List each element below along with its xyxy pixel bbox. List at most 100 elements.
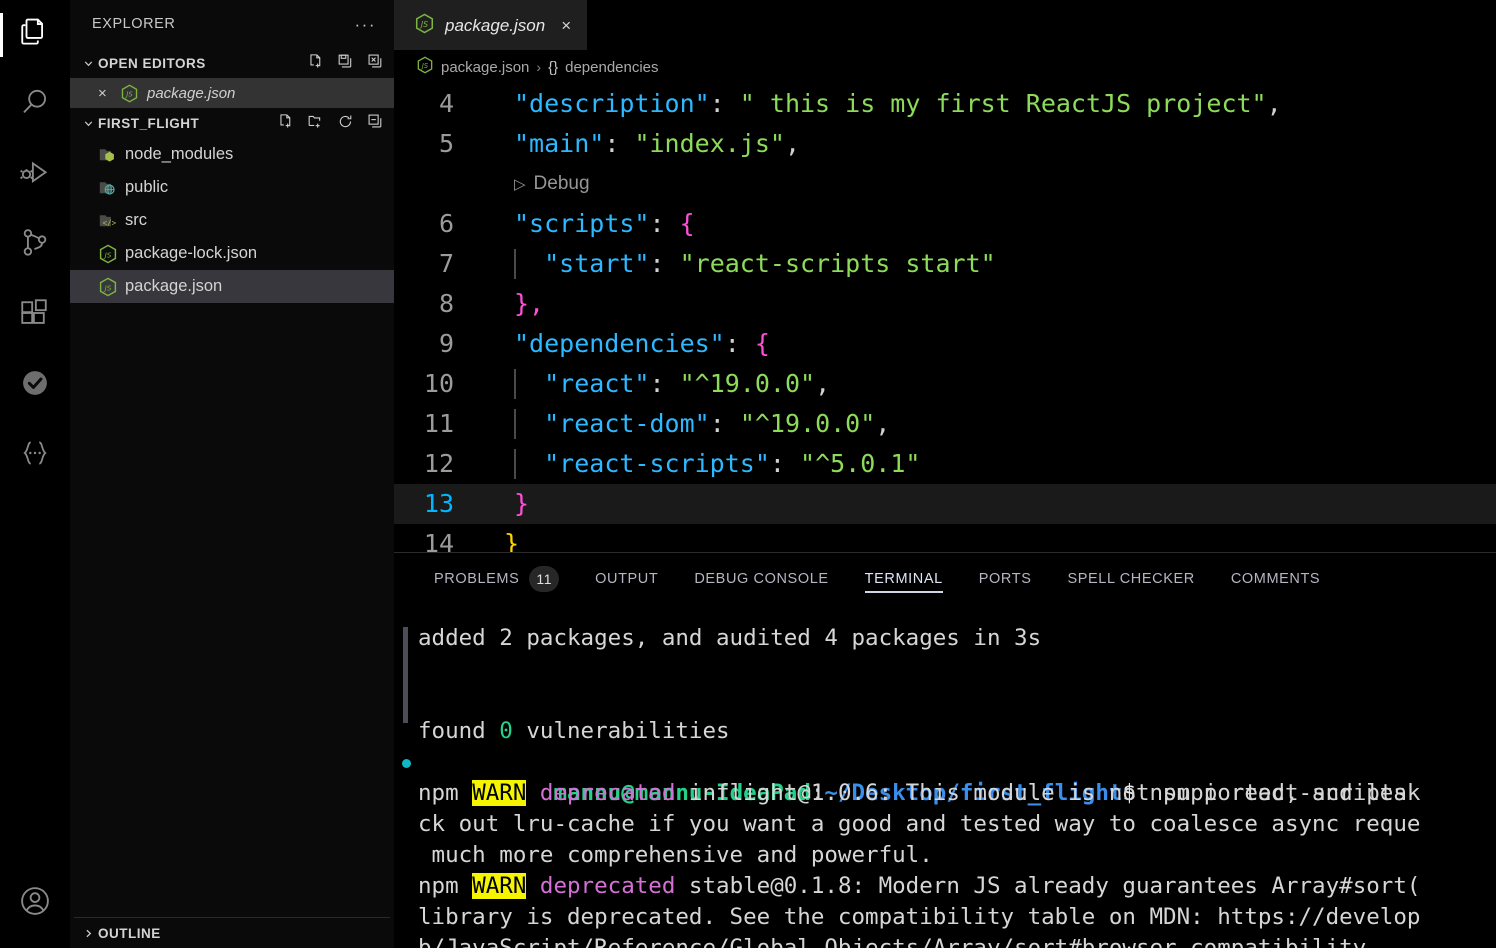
code-editor[interactable]: 4 "description": " this is my first Reac…: [394, 84, 1496, 552]
tab-output[interactable]: OUTPUT: [577, 553, 676, 605]
activity-item-source-control[interactable]: [0, 210, 70, 280]
new-folder-icon[interactable]: [307, 113, 324, 133]
vscode-window: EXPLORER ··· OPEN EDITORS × JS package.j…: [0, 0, 1496, 948]
line-number-active: 13: [423, 489, 454, 518]
breadcrumb-symbol[interactable]: dependencies: [565, 59, 658, 76]
collapse-all-icon[interactable]: [367, 113, 384, 133]
save-all-icon[interactable]: [337, 53, 354, 73]
tab-ports[interactable]: PORTS: [961, 553, 1050, 605]
tree-item-label: package-lock.json: [125, 244, 258, 262]
activity-item-search[interactable]: [0, 70, 70, 140]
terminal-output[interactable]: added 2 packages, and audited 4 packages…: [394, 605, 1496, 948]
activity-item-json-tools[interactable]: [0, 420, 70, 490]
line-number: 14: [423, 529, 454, 552]
braces-icon: {}: [548, 58, 559, 76]
punct-comma: ,: [875, 409, 891, 438]
punct-colon: :: [724, 329, 740, 358]
json-key: "react": [544, 369, 650, 398]
new-file-icon[interactable]: [277, 113, 294, 133]
tree-item-package-lock-json[interactable]: JS package-lock.json: [70, 237, 394, 270]
check-circle-icon: [18, 366, 52, 405]
tree-item-label: src: [125, 211, 147, 229]
section-outline-label: OUTLINE: [98, 925, 161, 941]
refresh-icon[interactable]: [337, 113, 354, 133]
codelens-content[interactable]: ▷ Debug: [394, 164, 590, 205]
terminal-warn-line-1-cont-b: much more comprehensive and powerful.: [394, 840, 1496, 871]
terminal-text: stable@0.1.8: Modern JS already guarante…: [675, 873, 1421, 899]
code-content: "main": "index.js",: [478, 124, 1496, 164]
activity-item-run-and-debug[interactable]: [0, 140, 70, 210]
json-key: "dependencies": [514, 329, 725, 358]
js-file-icon: JS: [98, 244, 125, 264]
line-number: 9: [438, 329, 454, 358]
chevron-right-icon: [80, 927, 96, 940]
activity-item-explorer[interactable]: [0, 0, 70, 70]
code-content: "description": " this is my first ReactJ…: [478, 84, 1496, 124]
explorer-title-bar: EXPLORER ···: [70, 0, 394, 48]
code-line-6: 6 "scripts": {: [394, 204, 1496, 244]
tab-problems[interactable]: PROBLEMS 11: [416, 553, 577, 605]
folder-public-icon: [98, 177, 125, 199]
tree-item-src[interactable]: </> src: [70, 204, 394, 237]
terminal-warn-line-2: npm WARN deprecated stable@0.1.8: Modern…: [394, 871, 1496, 902]
punct-colon: :: [649, 209, 665, 238]
tab-terminal[interactable]: TERMINAL: [847, 553, 961, 605]
punct-colon: :: [769, 449, 785, 478]
page-title: EXPLORER: [92, 16, 176, 32]
indent-guide: [514, 409, 516, 439]
code-line-9: 9 "dependencies": {: [394, 324, 1496, 364]
tab-comments[interactable]: COMMENTS: [1213, 553, 1338, 605]
code-content: "start": "react-scripts start": [478, 244, 1496, 284]
breadcrumb-file[interactable]: package.json: [441, 59, 529, 76]
codelens-debug[interactable]: ▷ Debug: [394, 164, 1496, 204]
deprecated-label: deprecated: [526, 873, 676, 899]
brace-close-comma: },: [514, 289, 545, 318]
section-outline-header[interactable]: OUTLINE: [70, 918, 394, 948]
tab-label: package.json: [445, 15, 546, 35]
line-number: 10: [423, 369, 454, 398]
svg-text:JS: JS: [103, 250, 112, 259]
punct-comma: ,: [1266, 89, 1282, 118]
activity-item-extensions[interactable]: [0, 280, 70, 350]
more-actions-icon[interactable]: ···: [355, 16, 376, 33]
brace-open: {: [754, 329, 770, 358]
tree-item-public[interactable]: public: [70, 171, 394, 204]
tab-terminal-label: TERMINAL: [864, 571, 943, 587]
section-open-editors-label: OPEN EDITORS: [98, 55, 206, 71]
section-open-editors-header[interactable]: OPEN EDITORS: [70, 48, 394, 78]
open-editor-item-package-json[interactable]: × JS package.json: [70, 78, 394, 108]
json-key: "description": [514, 89, 710, 118]
svg-text:JS: JS: [420, 62, 429, 70]
tab-comments-label: COMMENTS: [1230, 571, 1321, 587]
tab-spell-checker-label: SPELL CHECKER: [1067, 571, 1195, 587]
js-file-icon: JS: [416, 56, 434, 78]
code-content: "react": "^19.0.0",: [478, 364, 1496, 404]
tab-debug-console[interactable]: DEBUG CONSOLE: [676, 553, 846, 605]
codelens-label[interactable]: Debug: [534, 173, 590, 194]
close-all-editors-icon[interactable]: [367, 53, 384, 73]
terminal-text: much more comprehensive and powerful.: [418, 842, 933, 868]
json-string: "^19.0.0": [679, 369, 816, 398]
brace-close: }: [514, 489, 530, 518]
close-icon[interactable]: ×: [561, 16, 571, 36]
folder-node-icon: [98, 144, 125, 166]
js-file-icon: JS: [120, 84, 147, 103]
new-file-icon[interactable]: [307, 53, 324, 73]
section-workspace-header[interactable]: FIRST_FLIGHT: [70, 108, 394, 138]
punct-colon: :: [709, 89, 725, 118]
deprecated-label: deprecated: [526, 780, 676, 806]
tab-spell-checker[interactable]: SPELL CHECKER: [1049, 553, 1212, 605]
terminal-text: found: [418, 718, 500, 744]
tab-package-json[interactable]: JS package.json ×: [394, 0, 588, 50]
activity-bar: [0, 0, 70, 948]
sidebar-explorer: EXPLORER ··· OPEN EDITORS × JS package.j…: [70, 0, 394, 948]
tree-item-node-modules[interactable]: node_modules: [70, 138, 394, 171]
activity-item-testing[interactable]: [0, 350, 70, 420]
tree-item-package-json[interactable]: JS package.json: [70, 270, 394, 303]
svg-text:JS: JS: [103, 283, 112, 292]
vulnerability-count: 0: [499, 718, 513, 744]
close-icon[interactable]: ×: [98, 85, 120, 102]
problems-count-badge: 11: [529, 566, 560, 592]
activity-item-accounts[interactable]: [0, 878, 70, 948]
